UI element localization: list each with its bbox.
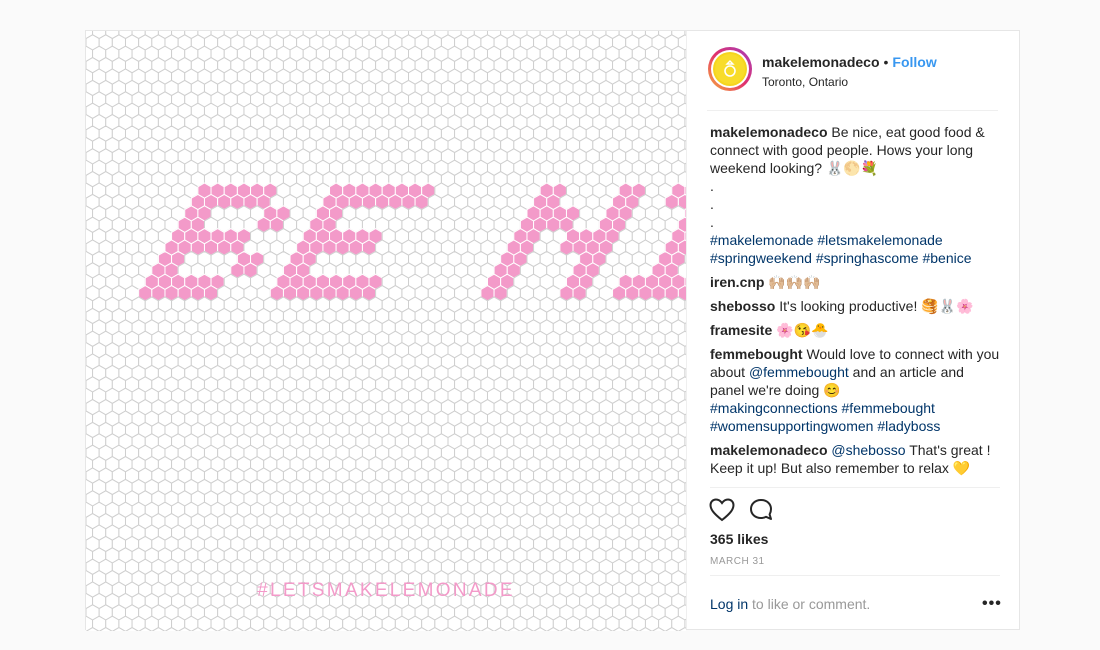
login-prompt: Log in to like or comment. bbox=[710, 596, 870, 612]
footer-divider bbox=[710, 575, 1000, 576]
post-header: makelemonadeco • Follow Toronto, Ontario bbox=[707, 46, 998, 111]
comment-item: shebosso It's looking productive! 🥞🐰🌸 bbox=[710, 297, 1000, 315]
likes-count[interactable]: 365 likes bbox=[710, 531, 768, 547]
action-bar bbox=[709, 496, 789, 526]
comment-emoji: 🌸😘🐣 bbox=[776, 322, 829, 338]
location-link[interactable]: Toronto, Ontario bbox=[762, 75, 848, 89]
post-image[interactable]: #LETSMAKELEMONADE bbox=[86, 31, 686, 631]
hashtag-overlay-text: #LETSMAKELEMONADE bbox=[257, 580, 515, 601]
comment-icon[interactable] bbox=[749, 498, 775, 522]
comment-emoji: 🥞🐰🌸 bbox=[921, 298, 974, 314]
avatar-frame bbox=[711, 50, 749, 88]
instagram-post: #LETSMAKELEMONADE makelemonadeco • Follow bbox=[85, 30, 1020, 631]
comment-item: framesite 🌸😘🐣 bbox=[710, 321, 1000, 339]
post-sidebar: makelemonadeco • Follow Toronto, Ontario m… bbox=[686, 31, 1020, 629]
caption-dot-2: . bbox=[710, 196, 714, 212]
comment-emoji: 🐰🌕💐 bbox=[825, 160, 879, 176]
comment-text: It's looking productive! bbox=[779, 298, 918, 314]
comment-username[interactable]: framesite bbox=[710, 322, 772, 338]
avatar[interactable] bbox=[708, 47, 752, 91]
heart-icon[interactable] bbox=[709, 498, 735, 522]
comment-item: femmebought Would love to connect with y… bbox=[710, 345, 1000, 435]
comment-hashtags[interactable]: #makingconnections #femmebought #womensu… bbox=[710, 399, 1000, 435]
comment-username[interactable]: makelemonadeco bbox=[710, 442, 828, 458]
comment-username[interactable]: femmebought bbox=[710, 346, 803, 362]
login-link[interactable]: Log in bbox=[710, 596, 748, 612]
be-nice-honeycomb-image: #LETSMAKELEMONADE bbox=[86, 31, 686, 631]
comment-emoji: 💛 bbox=[952, 460, 971, 476]
comment-item: makelemonadeco @shebosso That's great ! … bbox=[710, 441, 1000, 477]
caption-dot-1: . bbox=[710, 178, 714, 194]
header-line: makelemonadeco • Follow bbox=[762, 54, 937, 70]
caption-comment: makelemonadeco Be nice, eat good food & … bbox=[710, 123, 1000, 267]
comments-divider bbox=[710, 487, 1000, 488]
comments-list[interactable]: makelemonadeco Be nice, eat good food & … bbox=[710, 123, 1000, 487]
more-options-icon[interactable]: ••• bbox=[982, 595, 1002, 613]
post-date[interactable]: MARCH 31 bbox=[710, 556, 765, 567]
caption-dot-3: . bbox=[710, 214, 714, 230]
comment-emoji: 🙌🏼🙌🏼🙌🏼 bbox=[768, 274, 821, 290]
comment-mention[interactable]: @femmebought bbox=[749, 364, 849, 380]
comment-emoji: 😊 bbox=[823, 382, 841, 398]
separator-dot: • bbox=[883, 54, 889, 70]
login-prompt-text: to like or comment. bbox=[752, 596, 871, 612]
comment-username[interactable]: shebosso bbox=[710, 298, 775, 314]
comment-mention[interactable]: @shebosso bbox=[831, 442, 905, 458]
lemon-ring-logo-icon bbox=[713, 52, 747, 86]
comment-username[interactable]: makelemonadeco bbox=[710, 124, 828, 140]
username-link[interactable]: makelemonadeco bbox=[762, 54, 880, 70]
comment-item: iren.cnp 🙌🏼🙌🏼🙌🏼 bbox=[710, 273, 1000, 291]
caption-hashtags[interactable]: #makelemonade #letsmakelemonade #springw… bbox=[710, 231, 1000, 267]
follow-button[interactable]: Follow bbox=[892, 54, 936, 70]
comment-username[interactable]: iren.cnp bbox=[710, 274, 764, 290]
